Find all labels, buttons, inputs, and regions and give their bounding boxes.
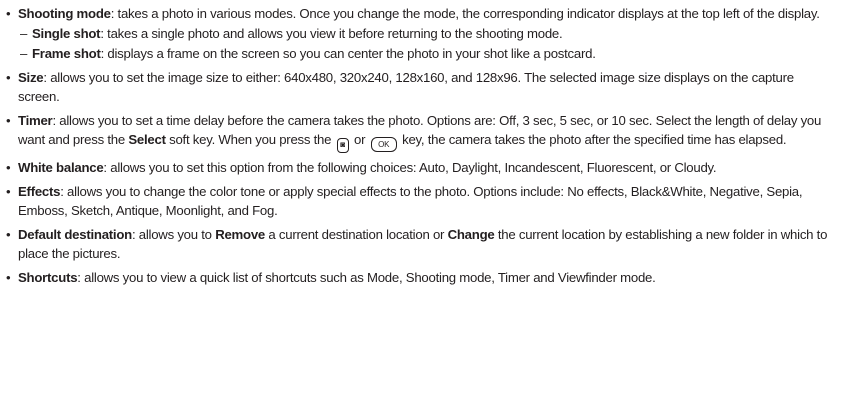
frame-shot-description: : displays a frame on the screen so you …: [100, 46, 596, 61]
size-item: • Size: allows you to set the image size…: [6, 68, 837, 106]
bullet-icon: •: [6, 160, 11, 175]
single-shot-term: Single shot: [32, 26, 101, 41]
bullet-icon: •: [6, 6, 11, 21]
bullet-icon: •: [6, 113, 11, 128]
effects-term: Effects: [18, 184, 61, 199]
shooting-mode-item: • Shooting mode: takes a photo in variou…: [6, 4, 837, 63]
effects-description: : allows you to change the color tone or…: [18, 184, 803, 218]
default-destination-item: • Default destination: allows you to Rem…: [6, 225, 837, 263]
ok-key-icon: OK: [370, 137, 397, 152]
camera-key-icon: ◙: [336, 138, 349, 153]
white-balance-item: • White balance: allows you to set this …: [6, 158, 837, 177]
size-description: : allows you to set the image size to ei…: [18, 70, 794, 104]
shooting-mode-term: Shooting mode: [18, 6, 111, 21]
frame-shot-subitem: – Frame shot: displays a frame on the sc…: [18, 44, 837, 63]
default-destination-term: Default destination: [18, 227, 132, 242]
timer-term: Timer: [18, 113, 53, 128]
bullet-icon: •: [6, 70, 11, 85]
bullet-icon: •: [6, 184, 11, 199]
select-softkey-label: Select: [128, 132, 166, 147]
white-balance-term: White balance: [18, 160, 104, 175]
remove-label: Remove: [215, 227, 265, 242]
timer-or-text: or: [350, 132, 369, 147]
shortcuts-item: • Shortcuts: allows you to view a quick …: [6, 268, 837, 287]
white-balance-description: : allows you to set this option from the…: [103, 160, 717, 175]
frame-shot-term: Frame shot: [32, 46, 101, 61]
bullet-icon: •: [6, 227, 11, 242]
change-label: Change: [447, 227, 495, 242]
shooting-mode-description: : takes a photo in various modes. Once y…: [110, 6, 820, 21]
shortcuts-description: : allows you to view a quick list of sho…: [77, 270, 656, 285]
timer-item: • Timer: allows you to set a time delay …: [6, 111, 837, 153]
size-term: Size: [18, 70, 44, 85]
single-shot-description: : takes a single photo and allows you vi…: [100, 26, 563, 41]
timer-description-part-2: soft key. When you press the: [165, 132, 335, 147]
timer-description-part-3: key, the camera takes the photo after th…: [398, 132, 787, 147]
bullet-icon: •: [6, 270, 11, 285]
effects-item: • Effects: allows you to change the colo…: [6, 182, 837, 220]
single-shot-subitem: – Single shot: takes a single photo and …: [18, 24, 837, 43]
manual-page: • Shooting mode: takes a photo in variou…: [0, 0, 849, 395]
default-destination-description-part-2: a current destination location or: [265, 227, 448, 242]
default-destination-description-part-1: : allows you to: [131, 227, 216, 242]
dash-icon: –: [20, 26, 28, 41]
shortcuts-term: Shortcuts: [18, 270, 78, 285]
dash-icon: –: [20, 46, 28, 61]
